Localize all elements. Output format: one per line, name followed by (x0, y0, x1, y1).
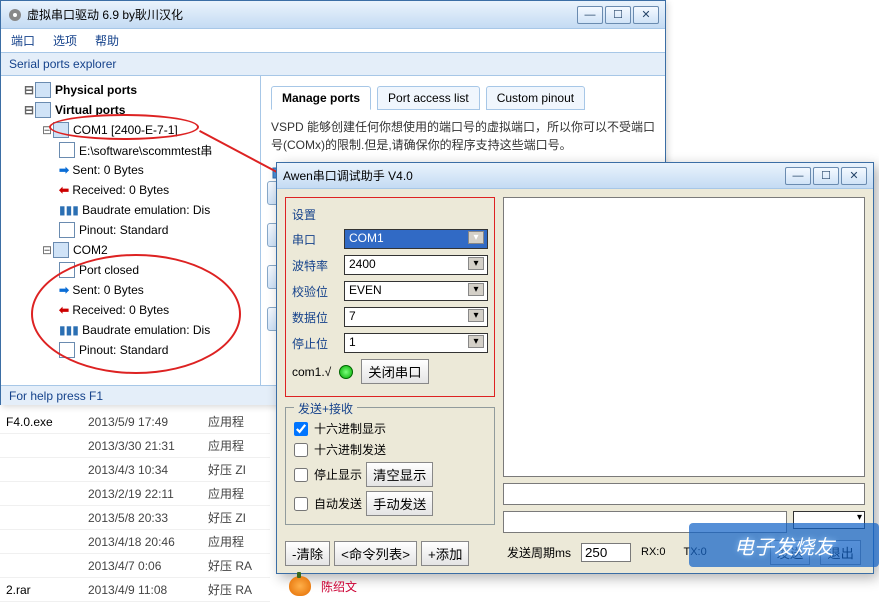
awen-titlebar[interactable]: Awen串口调试助手 V4.0 — ☐ ✕ (277, 163, 873, 189)
clear-display-button[interactable]: 清空显示 (366, 462, 433, 487)
chk-hex-send[interactable]: 十六进制发送 (294, 441, 486, 458)
cmd-list-button[interactable]: <命令列表> (334, 541, 417, 566)
tab-manage-ports[interactable]: Manage ports (271, 86, 371, 110)
file-list: F4.0.exe2013/5/9 17:49应用程2013/3/30 21:31… (0, 410, 270, 602)
label-stop: 停止位 (292, 335, 344, 352)
rx-counter: RX:0 (641, 546, 665, 558)
awen-minimize[interactable]: — (785, 167, 811, 185)
chk-hex-display[interactable]: 十六进制显示 (294, 420, 486, 437)
tree-com1-baud: ▮▮▮ Baudrate emulation: Dis (5, 200, 256, 220)
file-row[interactable]: 2013/5/8 20:33好压 ZI (0, 506, 270, 530)
tree-com1-recv: ⬅ Received: 0 Bytes (5, 180, 256, 200)
tree-com1[interactable]: ⊟COM1 [2400-E-7-1] (5, 120, 256, 140)
tree-physical[interactable]: ⊟Physical ports (5, 80, 256, 100)
led-icon (339, 365, 353, 379)
label-parity: 校验位 (292, 283, 344, 300)
file-row[interactable]: 2013/4/18 20:46应用程 (0, 530, 270, 554)
vspd-description: VSPD 能够创建任何你想使用的端口号的虚拟端口，所以你可以不受端口号(COMx… (271, 118, 655, 154)
tree-com1-sent: ➡ Sent: 0 Bytes (5, 160, 256, 180)
menu-options[interactable]: 选项 (53, 32, 77, 49)
watermark: 电子发烧友 (689, 523, 879, 567)
file-row[interactable]: 2013/4/3 10:34好压 ZI (0, 458, 270, 482)
period-input[interactable] (581, 543, 631, 562)
menu-port[interactable]: 端口 (11, 32, 35, 49)
settings-group: 设置 串口COM1 波特率2400 校验位EVEN 数据位7 停止位1 com1… (285, 197, 495, 397)
app-icon (7, 7, 23, 23)
tree-com2-closed: Port closed (5, 260, 256, 280)
label-port: 串口 (292, 231, 344, 248)
menu-help[interactable]: 帮助 (95, 32, 119, 49)
chk-auto-send[interactable]: 自动发送 (294, 491, 362, 516)
awen-window: Awen串口调试助手 V4.0 — ☐ ✕ 设置 串口COM1 波特率2400 … (276, 162, 874, 574)
tree-com2-pin: Pinout: Standard (5, 340, 256, 360)
awen-close[interactable]: ✕ (841, 167, 867, 185)
author-name: 陈绍文 (321, 578, 357, 595)
close-button[interactable]: ✕ (633, 6, 659, 24)
awen-title: Awen串口调试助手 V4.0 (283, 167, 785, 184)
label-data: 数据位 (292, 309, 344, 326)
dropdown-port[interactable]: COM1 (344, 229, 488, 249)
file-row[interactable]: 2.rar2013/4/9 11:08好压 RA (0, 578, 270, 602)
dropdown-stop[interactable]: 1 (344, 333, 488, 353)
receive-textarea[interactable] (503, 197, 865, 477)
port-tree[interactable]: ⊟Physical ports ⊟Virtual ports ⊟COM1 [24… (1, 76, 261, 385)
settings-title: 设置 (292, 206, 488, 223)
cmd-add-button[interactable]: +添加 (421, 541, 469, 566)
txrx-group: 发送+接收 十六进制显示 十六进制发送 停止显示 清空显示 自动发送 手动发送 (285, 407, 495, 525)
tree-virtual[interactable]: ⊟Virtual ports (5, 100, 256, 120)
menubar: 端口 选项 帮助 (1, 29, 665, 53)
maximize-button[interactable]: ☐ (605, 6, 631, 24)
tree-com2-recv: ⬅ Received: 0 Bytes (5, 300, 256, 320)
minimize-button[interactable]: — (577, 6, 603, 24)
vspd-title: 虚拟串口驱动 6.9 by耿川汉化 (27, 6, 577, 23)
txrx-title: 发送+接收 (294, 400, 357, 417)
tree-com1-path[interactable]: E:\software\scommtest串 (5, 140, 256, 160)
chk-stop-display[interactable]: 停止显示 (294, 462, 362, 487)
label-baud: 波特率 (292, 257, 344, 274)
file-row[interactable]: F4.0.exe2013/5/9 17:49应用程 (0, 410, 270, 434)
tab-port-access[interactable]: Port access list (377, 86, 480, 110)
dropdown-parity[interactable]: EVEN (344, 281, 488, 301)
explorer-label: Serial ports explorer (1, 53, 665, 76)
manual-send-button[interactable]: 手动发送 (366, 491, 433, 516)
send-input-1[interactable] (503, 483, 865, 505)
tree-com2-baud: ▮▮▮ Baudrate emulation: Dis (5, 320, 256, 340)
tree-com2-sent: ➡ Sent: 0 Bytes (5, 280, 256, 300)
tab-custom-pinout[interactable]: Custom pinout (486, 86, 585, 110)
file-row[interactable]: 2013/2/19 22:11应用程 (0, 482, 270, 506)
vspd-titlebar[interactable]: 虚拟串口驱动 6.9 by耿川汉化 — ☐ ✕ (1, 1, 665, 29)
file-row[interactable]: 2013/4/7 0:06好压 RA (0, 554, 270, 578)
close-port-button[interactable]: 关闭串口 (361, 359, 428, 384)
pumpkin-icon (289, 576, 311, 596)
cmd-clear-button[interactable]: -清除 (285, 541, 330, 566)
awen-maximize[interactable]: ☐ (813, 167, 839, 185)
file-row[interactable]: 2013/3/30 21:31应用程 (0, 434, 270, 458)
port-status-text: com1.√ (292, 365, 331, 379)
tree-com1-pin: Pinout: Standard (5, 220, 256, 240)
dropdown-baud[interactable]: 2400 (344, 255, 488, 275)
tree-com2[interactable]: ⊟COM2 (5, 240, 256, 260)
dropdown-data[interactable]: 7 (344, 307, 488, 327)
period-label: 发送周期ms (507, 544, 571, 561)
